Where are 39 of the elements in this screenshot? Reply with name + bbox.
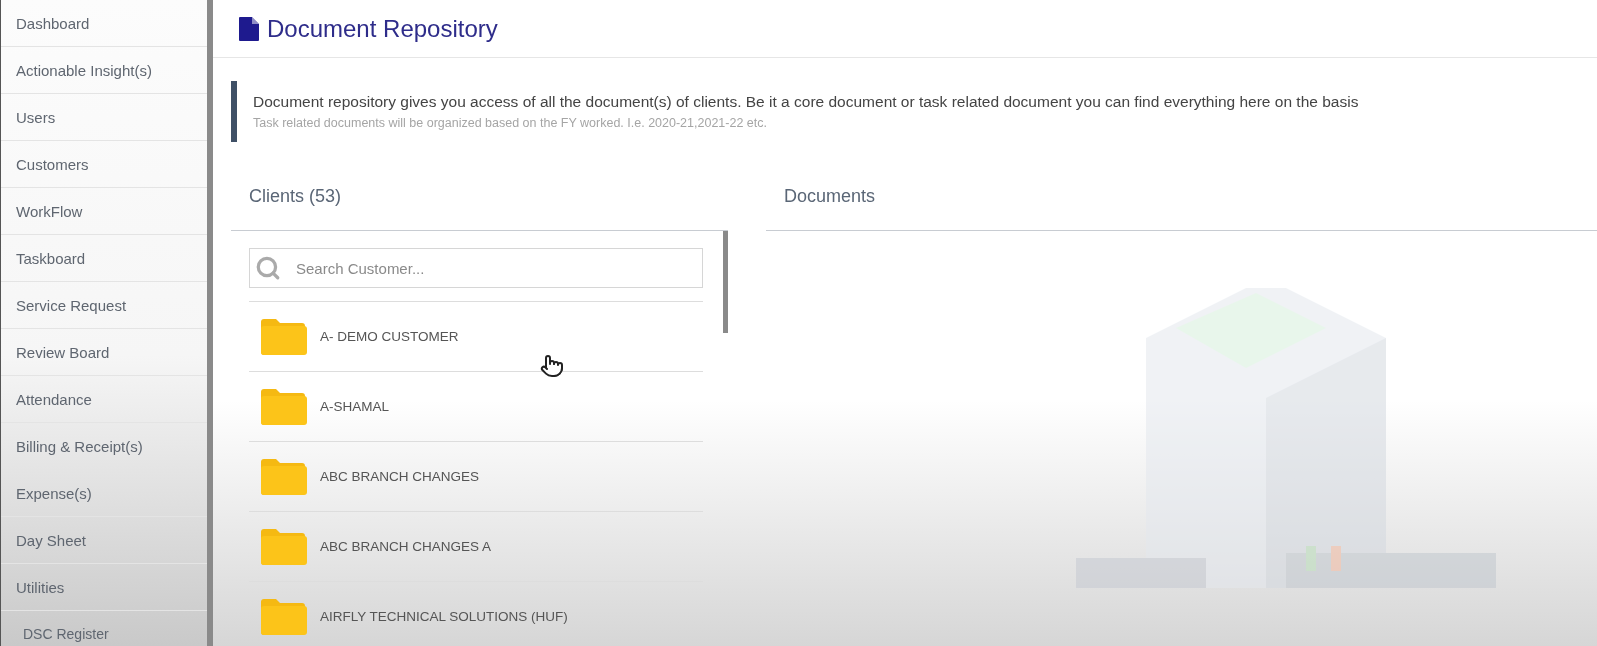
hand-pointer-icon [540, 354, 564, 378]
client-name: ABC BRANCH CHANGES [320, 469, 480, 484]
client-folder-row[interactable]: ABC BRANCH CHANGES A [249, 511, 703, 581]
sidebar-item[interactable]: WorkFlow [1, 188, 207, 235]
sidebar-item[interactable]: Billing & Receipt(s) [1, 423, 207, 470]
client-name: AIRFLY TECHNICAL SOLUTIONS (HUF) [320, 609, 568, 624]
search-icon [255, 255, 281, 281]
page-title: Document Repository [267, 14, 498, 43]
sidebar-item[interactable]: Review Board [1, 329, 207, 376]
documents-heading: Documents [784, 186, 876, 207]
client-folder-row[interactable]: A-SHAMAL [249, 371, 703, 441]
search-field[interactable]: Search Customer... [249, 248, 703, 288]
client-name: A-SHAMAL [320, 399, 390, 414]
sidebar-item[interactable]: Dashboard [1, 0, 207, 47]
sidebar-item[interactable]: Expense(s) [1, 470, 207, 517]
client-name: ABC BRANCH CHANGES A [320, 539, 492, 554]
sidebar-item[interactable]: Day Sheet [1, 517, 207, 564]
client-name: A- DEMO CUSTOMER [320, 329, 459, 344]
document-icon [239, 16, 259, 41]
sidebar-item[interactable]: DSC Register [1, 611, 207, 646]
sidebar-item[interactable]: Taskboard [1, 235, 207, 282]
client-folder-row[interactable]: ABC BRANCH CHANGES [249, 441, 703, 511]
info-note: Task related documents will be organized based on the FY worked. I.e. 2020-21,2021-22 etc. [253, 116, 768, 130]
sidebar-item[interactable]: Attendance [1, 376, 207, 423]
sidebar-item[interactable]: Utilities [1, 564, 207, 611]
folder-icon [259, 317, 307, 356]
client-folder-row[interactable]: AIRFLY TECHNICAL SOLUTIONS (HUF) [249, 581, 703, 646]
scrollbar[interactable] [723, 231, 728, 333]
folder-icon [259, 527, 307, 566]
sidebar-item[interactable]: Actionable Insight(s) [1, 47, 207, 94]
sidebar-item[interactable]: Users [1, 94, 207, 141]
info-text: Document repository gives you access of all the document(s) of clients. Be it a core document or task related document you can find everything here on the basis [253, 93, 1360, 111]
folder-icon [259, 387, 307, 426]
clients-heading: Clients (53) [249, 186, 342, 207]
sidebar-item[interactable]: Customers [1, 141, 207, 188]
sidebar-item[interactable]: Service Request [1, 282, 207, 329]
folder-icon [259, 457, 307, 496]
client-folder-row[interactable]: A- DEMO CUSTOMER [249, 301, 703, 371]
folder-icon [259, 597, 307, 636]
